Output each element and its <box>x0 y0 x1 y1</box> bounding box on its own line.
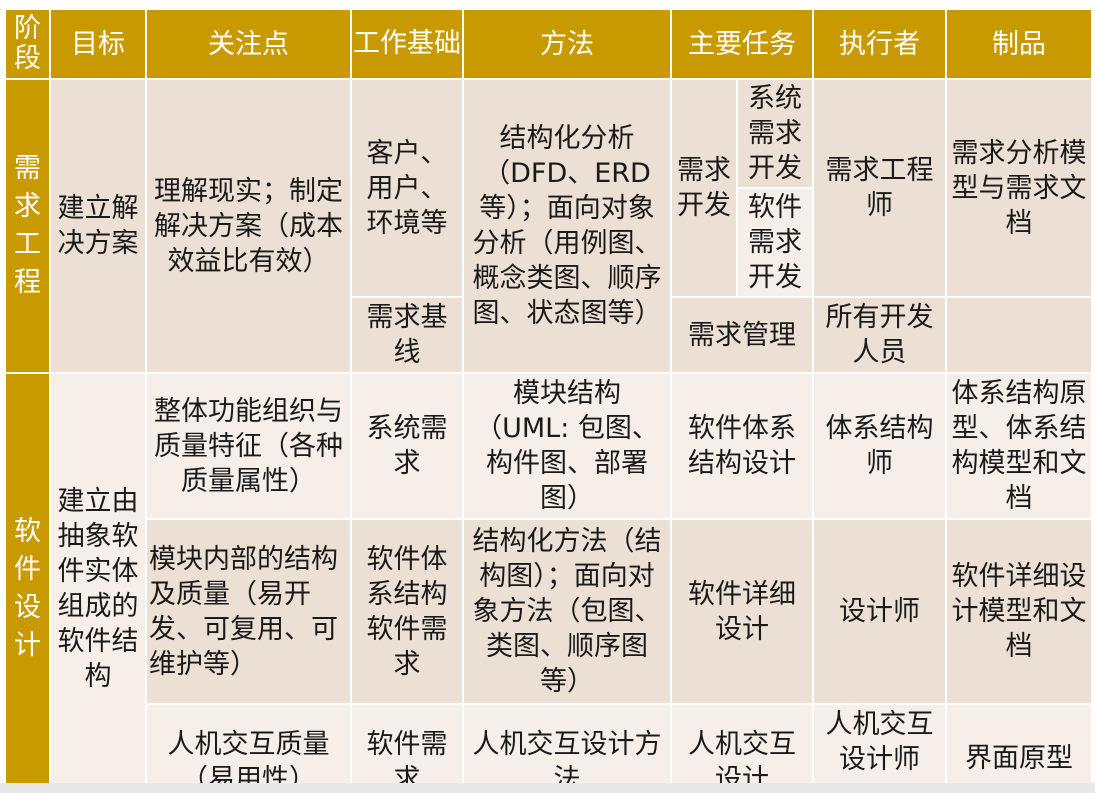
goal-cell: 建立由抽象软件实体组成的软件结构 <box>49 372 147 793</box>
table-row: 模块内部的结构及质量（易开发、可复用、可维护等） 软件体系结构软件需求 结构化方… <box>5 518 1093 705</box>
executor-cell: 设计师 <box>812 518 947 705</box>
focus-cell: 理解现实；制定解决方案（成本效益比有效） <box>145 78 352 374</box>
table-row: 软件设计 建立由抽象软件实体组成的软件结构 整体功能组织与质量特征（各种质量属性… <box>4 372 1093 793</box>
basis-cell: 软件需求 <box>350 703 464 793</box>
artifact-cell: 需求分析模型与需求文档 <box>945 78 1093 298</box>
header-focus: 关注点 <box>145 8 352 80</box>
header-row: 阶段 目标 关注点 工作基础 方法 主要任务 执行者 制品 <box>4 8 1093 80</box>
header-task: 主要任务 <box>670 8 814 80</box>
header-artifact: 制品 <box>945 8 1093 80</box>
artifact-cell: 界面原型 <box>945 703 1093 793</box>
basis-cell: 客户、用户、环境等 <box>350 78 464 298</box>
basis-cell: 系统需求 <box>350 372 464 520</box>
task-software-req: 软件需求开发 <box>739 189 811 295</box>
goal-cell: 建立解决方案 <box>49 78 147 374</box>
task-cell: 人机交互设计 <box>670 703 814 793</box>
basis-cell: 需求基线 <box>350 296 464 374</box>
header-goal: 目标 <box>49 8 147 80</box>
executor-cell: 需求工程师 <box>812 78 947 298</box>
task-system-req: 系统需求开发 <box>739 81 811 189</box>
header-phase: 阶段 <box>4 8 51 80</box>
focus-cell: 人机交互质量（易用性） <box>145 703 352 793</box>
bottom-strip <box>0 783 1095 793</box>
header-executor: 执行者 <box>812 8 947 80</box>
method-cell: 结构化分析（DFD、ERD等）；面向对象分析（用例图、概念类图、顺序图、状态图等… <box>462 78 672 374</box>
phase-design: 软件设计 <box>4 372 51 793</box>
executor-cell: 体系结构师 <box>812 372 947 520</box>
table-row: 需求工程 建立解决方案 理解现实；制定解决方案（成本效益比有效） 客户、用户、环… <box>4 78 1093 374</box>
phase-requirements: 需求工程 <box>4 78 51 374</box>
basis-cell: 软件体系结构软件需求 <box>350 518 464 705</box>
task-group-cell: 需求开发 <box>670 78 738 298</box>
method-cell: 人机交互设计方法 <box>462 703 672 793</box>
task-cell: 软件详细设计 <box>670 518 814 705</box>
focus-cell: 整体功能组织与质量特征（各种质量属性） <box>145 372 352 520</box>
method-cell: 结构化方法（结构图）；面向对象方法（包图、类图、顺序图等） <box>462 518 672 705</box>
header-method: 方法 <box>462 8 672 80</box>
task-cell: 需求管理 <box>670 296 814 374</box>
slide-page: 阶段 目标 关注点 工作基础 方法 主要任务 执行者 制品 需求工程 建立解决方… <box>0 0 1095 793</box>
method-cell: 模块结构（UML: 包图、构件图、部署图） <box>462 372 672 520</box>
executor-cell: 人机交互设计师 <box>812 703 947 793</box>
executor-cell: 所有开发人员 <box>812 296 947 374</box>
task-split-cell: 系统需求开发 软件需求开发 <box>736 78 814 298</box>
process-table: 阶段 目标 关注点 工作基础 方法 主要任务 执行者 制品 需求工程 建立解决方… <box>4 8 1093 793</box>
table-row: 人机交互质量（易用性） 软件需求 人机交互设计方法 人机交互设计 人机交互设计师… <box>5 703 1093 793</box>
artifact-cell <box>945 296 1093 374</box>
artifact-cell: 软件详细设计模型和文档 <box>945 518 1093 705</box>
task-cell: 软件体系结构设计 <box>670 372 814 520</box>
focus-cell: 模块内部的结构及质量（易开发、可复用、可维护等） <box>145 518 352 705</box>
header-basis: 工作基础 <box>350 8 464 80</box>
artifact-cell: 体系结构原型、体系结构模型和文档 <box>945 372 1093 520</box>
